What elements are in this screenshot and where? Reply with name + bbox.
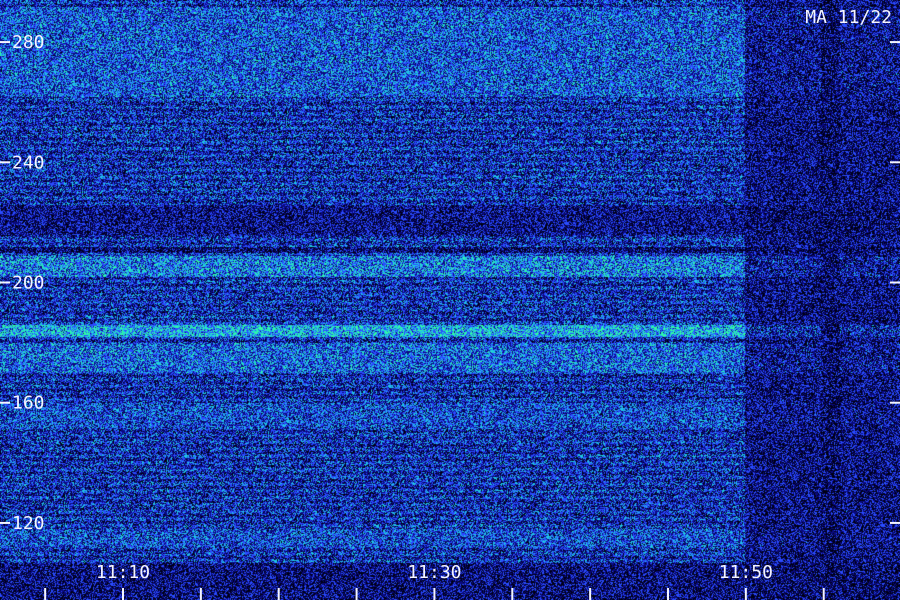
y-tick-label-200: 200 xyxy=(12,273,45,294)
y-tick-label-280: 280 xyxy=(12,32,45,53)
x-tick-label-11-30: 11:30 xyxy=(407,562,461,583)
x-tick-label-11-10: 11:10 xyxy=(96,562,150,583)
y-tick-label-120: 120 xyxy=(12,513,45,534)
x-tick-label-11-50: 11:50 xyxy=(719,562,773,583)
spectrogram-intensity-image xyxy=(0,0,900,600)
heatmap-layer xyxy=(0,0,900,600)
spectrogram-chart: 120 160 200 240 280 11:10 11:30 11:50 MA 11/22 xyxy=(0,0,900,600)
chart-title: MA 11/22 xyxy=(805,7,892,28)
y-tick-label-160: 160 xyxy=(12,393,45,414)
y-tick-label-240: 240 xyxy=(12,152,45,173)
